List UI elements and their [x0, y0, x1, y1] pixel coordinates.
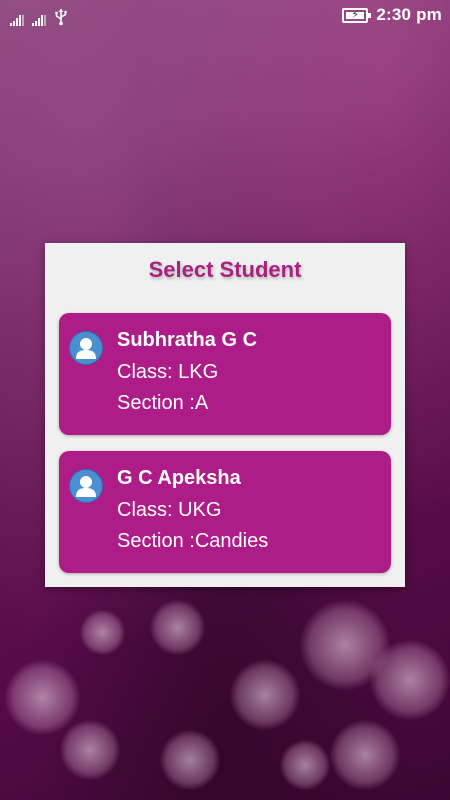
- student-class: Class: UKG: [117, 499, 222, 521]
- signal-icon: [32, 14, 46, 26]
- student-name: G C Apeksha: [117, 467, 241, 489]
- user-avatar-icon: [69, 469, 103, 503]
- student-name: Subhratha G C: [117, 329, 258, 351]
- student-section: Section :Candies: [117, 530, 269, 552]
- bokeh-light: [80, 610, 125, 655]
- bokeh-light: [150, 600, 205, 655]
- bokeh-light: [230, 660, 300, 730]
- student-card-subhratha[interactable]: Subhratha G C Class: LKG Section :A: [59, 313, 391, 435]
- status-icons-right: ⚡ 2:30 pm: [342, 5, 442, 25]
- dialog-title: Select Student: [148, 257, 302, 282]
- bokeh-light: [370, 640, 450, 720]
- bokeh-light: [60, 720, 120, 780]
- user-avatar-icon: [69, 331, 103, 365]
- battery-charging-icon: ⚡: [342, 7, 372, 23]
- student-section: Section :A: [117, 392, 209, 414]
- status-icons-left: [10, 8, 68, 31]
- bokeh-light: [330, 720, 400, 790]
- bokeh-light: [280, 740, 330, 790]
- status-clock: 2:30 pm: [376, 5, 442, 24]
- signal-icon: [10, 14, 24, 26]
- select-student-dialog: Select Student Subhratha G C Class: LKG …: [45, 243, 405, 587]
- bokeh-light: [160, 730, 220, 790]
- student-card-apeksha[interactable]: G C Apeksha Class: UKG Section :Candies: [59, 451, 391, 573]
- status-bar: ⚡ 2:30 pm: [0, 0, 450, 32]
- bokeh-light: [5, 660, 80, 735]
- usb-icon: [54, 8, 68, 31]
- student-class: Class: LKG: [117, 361, 219, 383]
